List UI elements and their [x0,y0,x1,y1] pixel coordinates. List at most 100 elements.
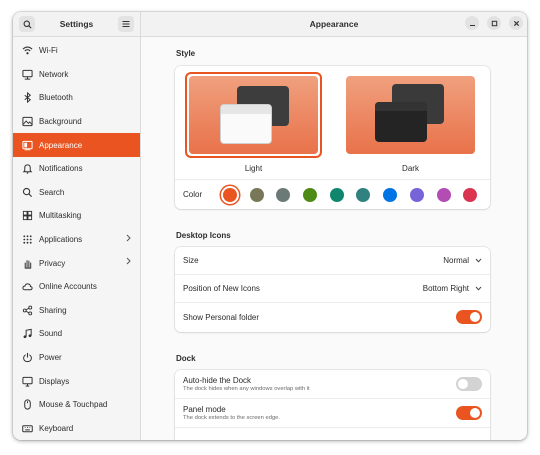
minimize-button[interactable] [465,16,479,30]
menu-button[interactable] [118,16,134,32]
chevron-down-icon [475,258,482,263]
style-card: Light Dark Color [175,66,490,209]
chevron-right-icon [126,234,131,242]
sidebar-item-applications[interactable]: Applications [13,228,140,252]
size-row[interactable]: Size Normal [175,247,490,275]
search-icon [23,20,32,29]
settings-window: Settings Wi-Fi Network Bluetooth Background… [13,12,527,440]
display-icon [21,375,33,387]
bluetooth-icon [21,92,33,104]
color-swatch-4[interactable] [303,187,318,202]
panel-mode-toggle[interactable] [456,406,482,420]
theme-light-preview [189,76,318,154]
sidebar-item-label: Displays [39,376,70,386]
cloud-icon [21,281,33,293]
search-button[interactable] [19,16,35,32]
sidebar-item-bluetooth[interactable]: Bluetooth [13,86,140,110]
sidebar-item-appearance[interactable]: Appearance [13,133,140,157]
theme-light-option[interactable] [185,72,322,158]
bell-icon [21,163,33,175]
autohide-row: Auto-hide the Dock The dock hides when a… [175,370,490,399]
search-icon [21,186,33,198]
chevron-down-icon [475,286,482,291]
page-title: Appearance [309,19,359,29]
color-swatch-10[interactable] [463,187,478,202]
position-value: Bottom Right [422,284,469,293]
sidebar-item-keyboard[interactable]: Keyboard [13,417,140,441]
dock-card: Auto-hide the Dock The dock hides when a… [175,370,490,440]
wifi-icon [21,45,33,57]
color-swatch-3[interactable] [276,187,291,202]
sidebar-title: Settings [59,19,94,29]
desktop-icons-section-title: Desktop Icons [176,231,231,240]
dark-window-front [375,102,427,142]
color-swatch-9[interactable] [436,187,451,202]
mouse-icon [21,399,33,411]
color-swatch-1[interactable] [223,187,237,202]
sidebar-nav: Wi-Fi Network Bluetooth Background Appearanc… [13,37,140,440]
applications-icon [21,234,33,246]
background-icon [21,116,33,128]
position-row[interactable]: Position of New Icons Bottom Right [175,275,490,303]
appearance-icon [21,139,33,151]
sidebar-item-privacy[interactable]: Privacy [13,251,140,275]
dock-section-title: Dock [176,354,196,363]
sidebar-item-label: Sound [39,329,63,339]
theme-dark-preview [346,76,475,154]
sidebar-item-label: Applications [39,235,83,245]
autohide-toggle[interactable] [456,377,482,391]
color-row: Color [175,179,490,209]
size-dropdown[interactable]: Normal [443,256,482,265]
size-label: Size [183,256,199,265]
panel-mode-row: Panel mode The dock extends to the scree… [175,399,490,428]
sidebar-item-wifi[interactable]: Wi-Fi [13,39,140,63]
sidebar-item-search[interactable]: Search [13,181,140,205]
desktop-icons-card: Size Normal Position of New Icons Bottom… [175,247,490,332]
size-value: Normal [443,256,469,265]
sidebar-item-sound[interactable]: Sound [13,322,140,346]
autohide-label: Auto-hide the Dock [183,376,252,385]
close-button[interactable] [509,16,523,30]
sidebar-item-network[interactable]: Network [13,63,140,87]
color-swatch-6[interactable] [356,187,371,202]
sidebar-item-multitasking[interactable]: Multitasking [13,204,140,228]
color-swatch-2[interactable] [249,187,264,202]
hamburger-icon [122,21,130,27]
sidebar-item-label: Background [39,117,82,127]
sidebar-item-mouse-touchpad[interactable]: Mouse & Touchpad [13,393,140,417]
color-swatch-5[interactable] [329,187,344,202]
sidebar-item-label: Privacy [39,258,66,268]
color-label: Color [183,190,203,199]
music-note-icon [21,328,33,340]
share-icon [21,304,33,316]
sidebar: Settings Wi-Fi Network Bluetooth Background… [13,12,141,440]
sidebar-item-label: Notifications [39,164,83,174]
sidebar-item-power[interactable]: Power [13,346,140,370]
position-label: Position of New Icons [183,284,260,293]
sidebar-item-online-accounts[interactable]: Online Accounts [13,275,140,299]
theme-dark-label: Dark [402,164,419,173]
sidebar-item-label: Wi-Fi [39,46,58,56]
sidebar-item-background[interactable]: Background [13,110,140,134]
sidebar-item-sharing[interactable]: Sharing [13,299,140,323]
main-panel: Appearance Style Light Dark Color Deskto… [141,12,527,440]
sidebar-item-label: Bluetooth [39,93,73,103]
theme-dark-option[interactable] [342,72,479,158]
sidebar-item-label: Multitasking [39,211,82,221]
dock-next-row [175,428,490,440]
sidebar-item-label: Search [39,187,65,197]
sidebar-item-label: Appearance [39,140,83,150]
sidebar-item-label: Sharing [39,305,67,315]
maximize-button[interactable] [487,16,501,30]
personal-folder-toggle[interactable] [456,310,482,324]
sidebar-item-label: Keyboard [39,423,74,433]
style-section-title: Style [176,49,196,58]
color-swatch-8[interactable] [409,187,424,202]
sidebar-item-displays[interactable]: Displays [13,369,140,393]
main-header: Appearance [141,12,527,37]
color-swatch-7[interactable] [383,187,398,202]
sidebar-header: Settings [13,12,140,37]
sidebar-item-label: Mouse & Touchpad [39,400,108,410]
sidebar-item-notifications[interactable]: Notifications [13,157,140,181]
position-dropdown[interactable]: Bottom Right [423,284,482,293]
